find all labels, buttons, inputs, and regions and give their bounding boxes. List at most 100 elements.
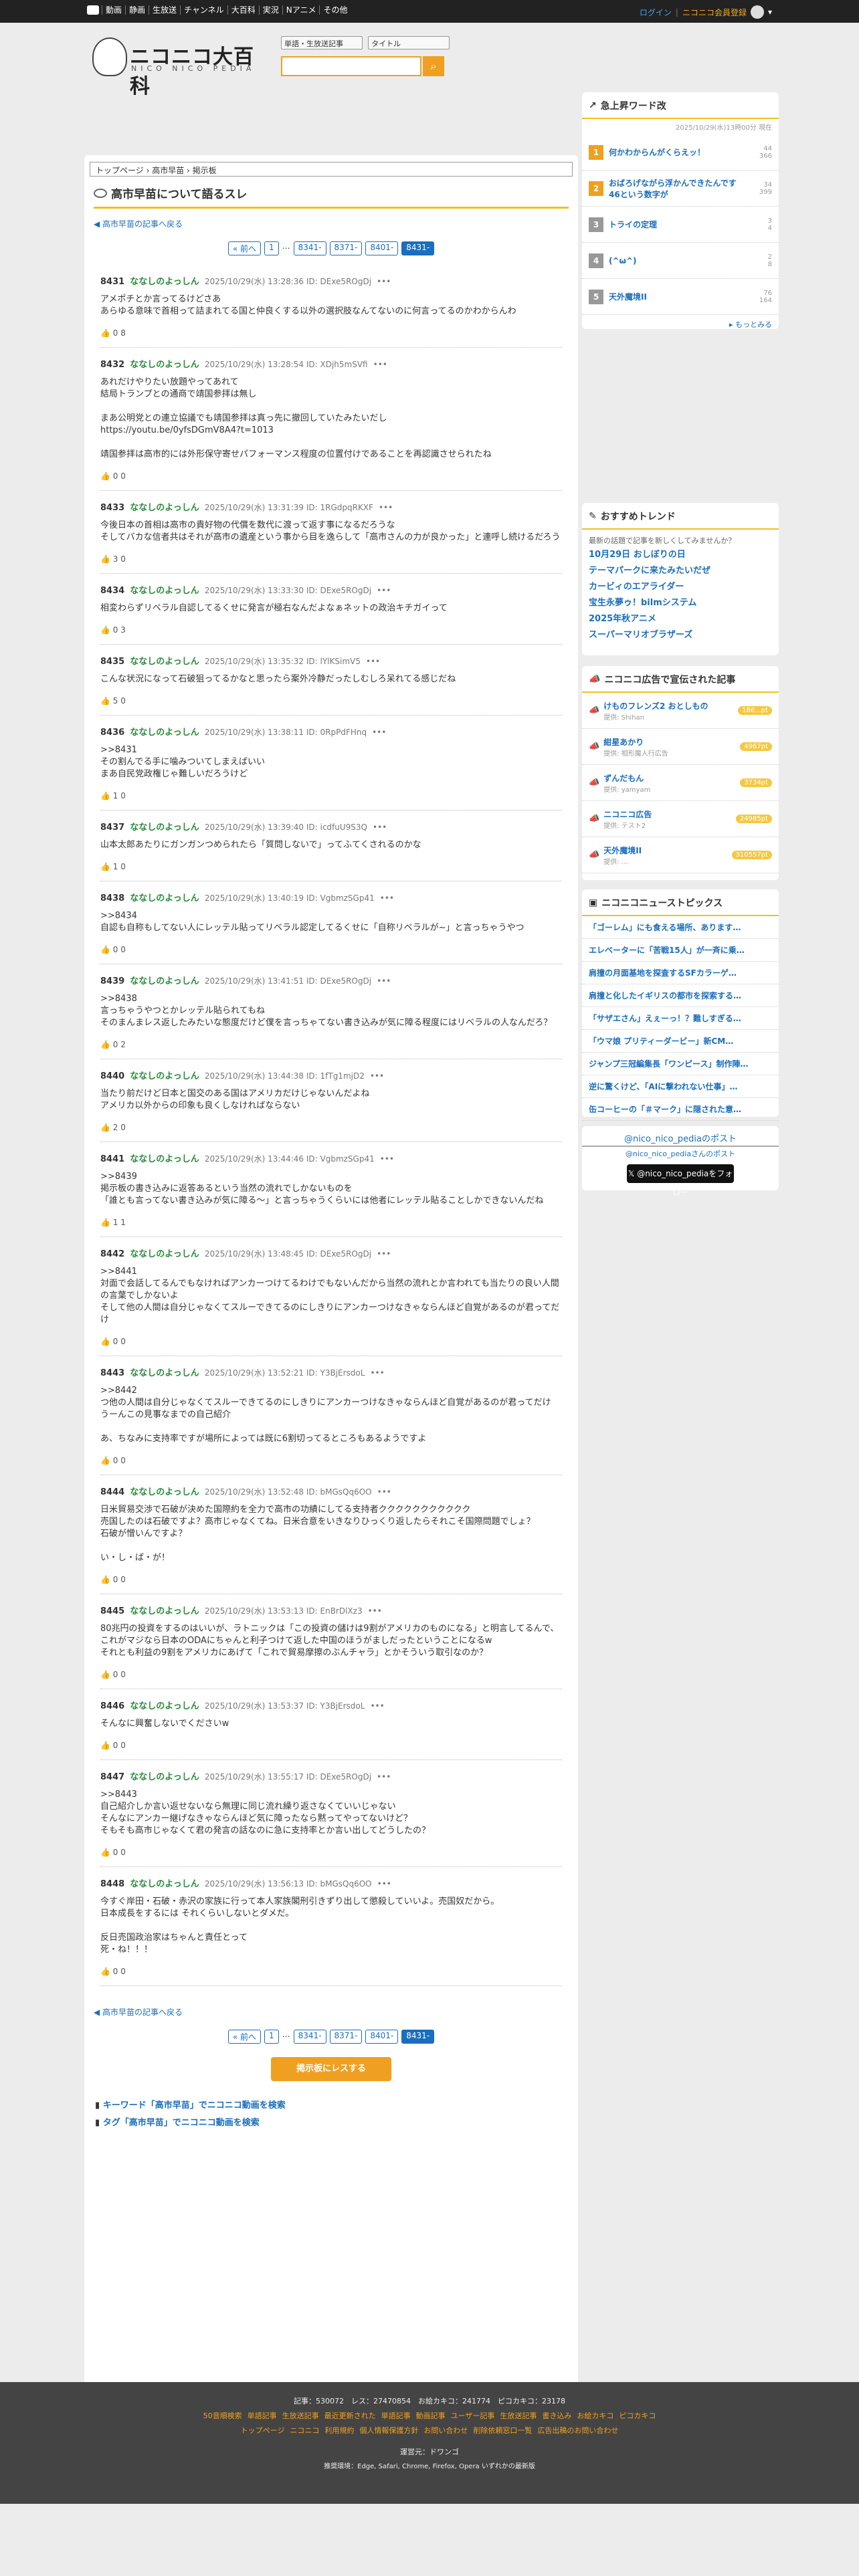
post-number[interactable]: 8436 xyxy=(100,728,124,738)
ranking-text[interactable]: おばろげながら浮かんできたんです 46という数字が xyxy=(609,177,745,200)
ad-article-item[interactable]: 📣 けものフレンズ2 おとしもの 提供: Shihan 186...pt xyxy=(582,693,779,729)
post-votes[interactable]: 👍 0 0 xyxy=(100,1848,562,1857)
trend-item[interactable]: スーパーマリオブラザーズ xyxy=(589,627,772,643)
post-votes[interactable]: 👍 1 1 xyxy=(100,1218,562,1227)
news-item[interactable]: 「ウマ娘 プリティーダービー」新CM… xyxy=(582,1030,779,1053)
ranking-item[interactable]: 1 何かわからんがくらえッ！ 44 366 xyxy=(582,134,779,171)
thumb-icon[interactable]: 👍 xyxy=(100,1741,113,1750)
thumb-icon[interactable]: 👍 xyxy=(100,1670,113,1679)
post-votes[interactable]: 👍 0 0 xyxy=(100,1337,562,1346)
post-number[interactable]: 8435 xyxy=(100,657,124,667)
site-logo[interactable]: ニコニコ大百科 NICO NICO PEDIA xyxy=(92,37,266,98)
post-number[interactable]: 8443 xyxy=(100,1368,124,1378)
ad-article-item[interactable]: 📣 天外魔境II 提供: ... 310557pt xyxy=(582,837,779,873)
post-number[interactable]: 8447 xyxy=(100,1772,124,1782)
ranking-item[interactable]: 5 天外魔境II 76 164 xyxy=(582,279,779,315)
post-number[interactable]: 8444 xyxy=(100,1487,124,1497)
trend-item[interactable]: 宝生永夢ゥ！bilmシステム xyxy=(589,595,772,611)
post-votes[interactable]: 👍 0 0 xyxy=(100,471,562,481)
search-input[interactable] xyxy=(281,56,421,76)
thumb-icon[interactable]: 👍 xyxy=(100,554,113,564)
post-number[interactable]: 8438 xyxy=(100,893,124,903)
post-menu-icon[interactable]: ••• xyxy=(377,586,391,595)
post-votes[interactable]: 👍 0 2 xyxy=(100,1040,562,1049)
trend-item[interactable]: 10月29日 おしぼりの日 xyxy=(589,547,772,563)
post-menu-icon[interactable]: ••• xyxy=(370,1701,384,1711)
thumb-icon[interactable]: 👍 xyxy=(100,328,113,338)
post-votes[interactable]: 👍 3 0 xyxy=(100,554,562,564)
search-category-select[interactable]: 単語・生放送記事 xyxy=(281,36,363,49)
post-menu-icon[interactable]: ••• xyxy=(377,277,391,286)
nav-seiga[interactable]: 静画 xyxy=(125,5,149,15)
post-number[interactable]: 8433 xyxy=(100,503,124,513)
post-number[interactable]: 8448 xyxy=(100,1879,124,1889)
pager-page[interactable]: 8371- xyxy=(329,241,363,255)
pager-page[interactable]: 8341- xyxy=(293,2030,326,2044)
thumb-icon[interactable]: 👍 xyxy=(100,1456,113,1465)
thumb-icon[interactable]: 👍 xyxy=(100,625,113,635)
ad-article-title[interactable]: ニコニコ広告 提供: テスト2 xyxy=(603,809,736,830)
reply-button[interactable]: 掲示板にレスする xyxy=(271,2057,391,2081)
post-menu-icon[interactable]: ••• xyxy=(373,823,387,832)
post-votes[interactable]: 👍 0 0 xyxy=(100,945,562,954)
post-votes[interactable]: 👍 0 0 xyxy=(100,1670,562,1679)
footer-link[interactable]: 単語記事 xyxy=(381,2411,411,2420)
footer-link[interactable]: お絵カキコ xyxy=(577,2411,613,2420)
post-menu-icon[interactable]: ••• xyxy=(377,1249,391,1259)
post-number[interactable]: 8434 xyxy=(100,586,124,596)
ranking-more-link[interactable]: ▸ もっとみる xyxy=(582,315,779,334)
post-number[interactable]: 8437 xyxy=(100,823,124,833)
post-menu-icon[interactable]: ••• xyxy=(380,1154,394,1164)
thumb-icon[interactable]: 👍 xyxy=(100,1575,113,1584)
post-number[interactable]: 8431 xyxy=(100,277,124,287)
nav-channel[interactable]: チャンネル xyxy=(180,5,227,15)
nav-dic[interactable]: 大百科 xyxy=(227,5,259,15)
news-item[interactable]: 缶コーヒーの「＃マーク」に隠された意… xyxy=(582,1098,779,1121)
pager-page[interactable]: 8401- xyxy=(365,241,399,255)
footer-link[interactable]: 個人情報保護方針 xyxy=(359,2426,418,2435)
footer-link[interactable]: 最近更新された xyxy=(324,2411,376,2420)
chevron-down-icon[interactable]: ▾ xyxy=(768,7,772,17)
ad-article-item[interactable]: 📣 紺星あかり 提供: 相形魔人行広告 4967pt xyxy=(582,729,779,765)
pager-prev[interactable]: « 前へ xyxy=(227,2030,262,2044)
post-menu-icon[interactable]: ••• xyxy=(377,1879,391,1889)
search-type-select[interactable]: タイトル xyxy=(368,36,450,49)
login-link[interactable]: ログイン xyxy=(640,7,672,18)
pager-page[interactable]: 8341- xyxy=(293,241,326,255)
thumb-icon[interactable]: 👍 xyxy=(100,791,113,800)
ranking-text[interactable]: トライの定理 xyxy=(609,219,745,230)
thumb-icon[interactable]: 👍 xyxy=(100,471,113,481)
thumb-icon[interactable]: 👍 xyxy=(100,862,113,871)
footer-link[interactable]: ニコニコ xyxy=(290,2426,319,2435)
ranking-text[interactable]: (^ω^) xyxy=(609,256,745,265)
post-votes[interactable]: 👍 1 0 xyxy=(100,862,562,871)
post-votes[interactable]: 👍 5 0 xyxy=(100,696,562,706)
pager-current[interactable]: 8431- xyxy=(401,2030,435,2044)
trend-item[interactable]: テーマパークに来たみたいだぜ xyxy=(589,563,772,579)
thumb-icon[interactable]: 👍 xyxy=(100,1967,113,1976)
pager-page[interactable]: 1 xyxy=(264,241,279,255)
trend-item[interactable]: 2025年秋アニメ xyxy=(589,611,772,627)
post-number[interactable]: 8446 xyxy=(100,1701,124,1711)
pager-current[interactable]: 8431- xyxy=(401,241,435,255)
user-avatar-icon[interactable] xyxy=(750,5,764,19)
ranking-text[interactable]: 何かわからんがくらえッ！ xyxy=(609,146,745,158)
x-follow-button[interactable]: 𝕏 @nico_nico_pediaをフォロー xyxy=(627,1164,734,1197)
back-to-article-link-bottom[interactable]: ◀ 高市早苗の記事へ戻る xyxy=(94,2006,578,2018)
post-menu-icon[interactable]: ••• xyxy=(377,1772,391,1782)
post-votes[interactable]: 👍 0 0 xyxy=(100,1741,562,1750)
thumb-icon[interactable]: 👍 xyxy=(100,1040,113,1049)
post-number[interactable]: 8441 xyxy=(100,1154,124,1164)
post-menu-icon[interactable]: ••• xyxy=(370,1071,384,1081)
pager-page[interactable]: 8401- xyxy=(365,2030,399,2044)
post-menu-icon[interactable]: ••• xyxy=(366,657,380,666)
thumb-icon[interactable]: 👍 xyxy=(100,1123,113,1132)
nav-nanime[interactable]: Nアニメ xyxy=(282,5,320,15)
post-number[interactable]: 8439 xyxy=(100,976,124,986)
post-menu-icon[interactable]: ••• xyxy=(372,728,386,737)
thumb-icon[interactable]: 👍 xyxy=(100,1218,113,1227)
news-item[interactable]: 逆に驚くけど、「AIに撃われない仕事」… xyxy=(582,1075,779,1098)
thumb-icon[interactable]: 👍 xyxy=(100,1337,113,1346)
ranking-item[interactable]: 4 (^ω^) 2 8 xyxy=(582,243,779,279)
ad-article-title[interactable]: 天外魔境II 提供: ... xyxy=(603,845,731,866)
